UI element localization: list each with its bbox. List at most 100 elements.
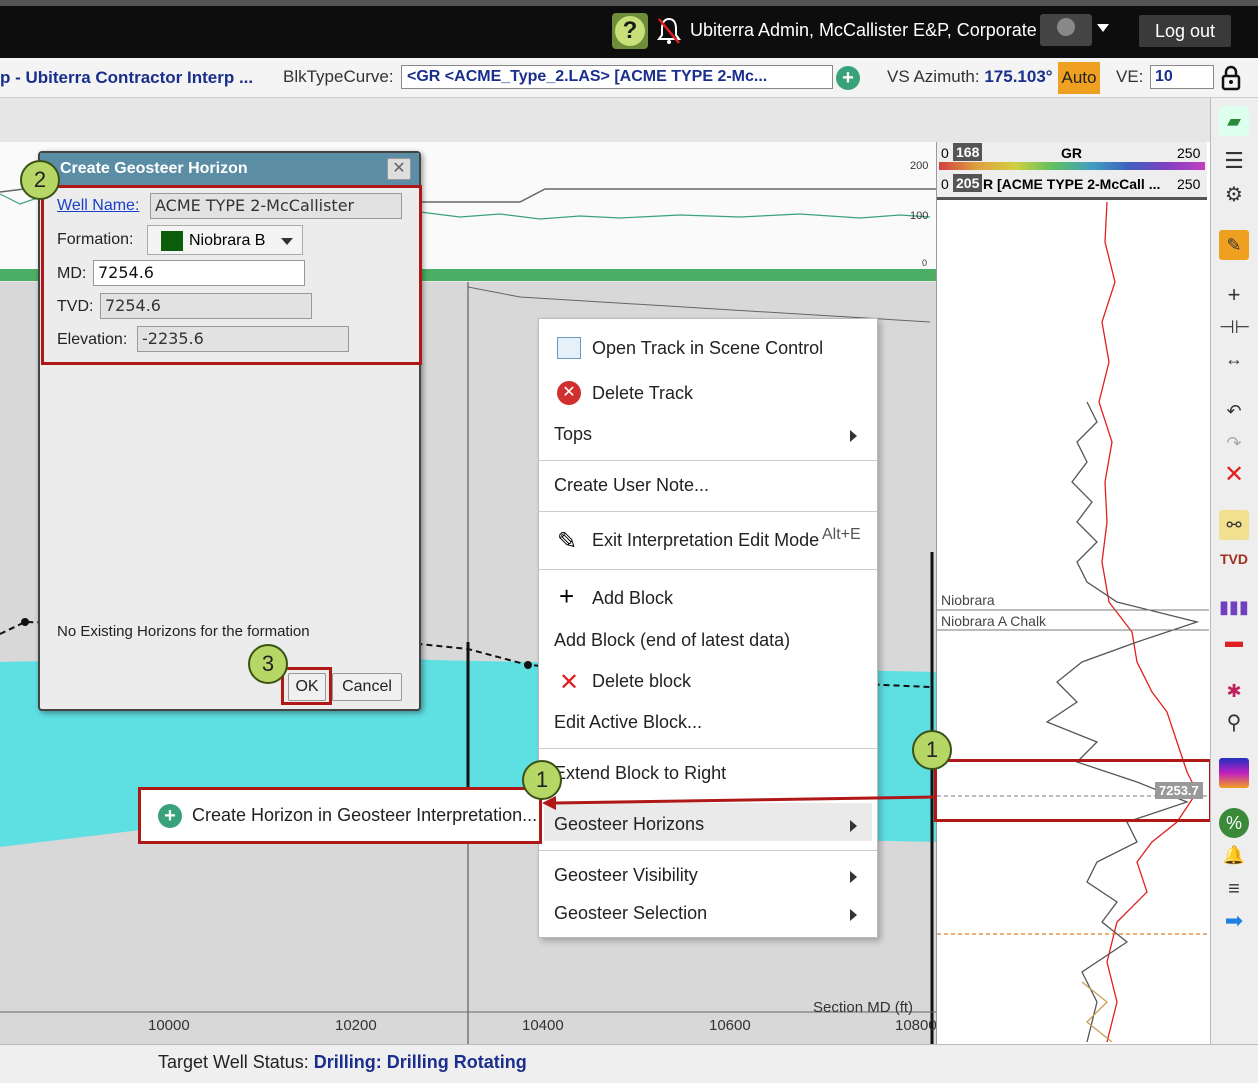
alert-icon[interactable]: 🔔 (1219, 840, 1249, 870)
type-log-panel[interactable]: 0 168 GR 250 0 205 R [ACME TYPE 2-McCall… (936, 142, 1210, 1044)
tick-0: 0 (922, 258, 928, 268)
context-menu: Open Track in Scene Control ✕ Delete Tra… (538, 318, 878, 938)
marker-icon[interactable]: ✱ (1219, 676, 1249, 706)
plus-icon: + (559, 581, 575, 611)
annotation-arrow (542, 795, 937, 810)
undo-icon[interactable]: ↶ (1219, 396, 1249, 426)
zoom-icon[interactable]: ⚲ (1219, 708, 1249, 738)
delete-icon[interactable]: ✕ (1219, 460, 1249, 490)
logout-button[interactable]: Log out (1139, 15, 1231, 47)
menu-edit-active-block[interactable]: Edit Active Block... (554, 712, 702, 733)
vs-azimuth-label: VS Azimuth: 175.103° (887, 67, 1053, 86)
chevron-right-icon (850, 820, 857, 832)
tick-100: 100 (910, 210, 929, 222)
project-title[interactable]: p - Ubiterra Contractor Interp ... (0, 68, 253, 88)
menu-tops[interactable]: Tops (554, 424, 592, 445)
highlight-log-depth (934, 759, 1212, 822)
menu-open-track[interactable]: Open Track in Scene Control (592, 338, 823, 359)
percent-icon[interactable]: % (1219, 808, 1249, 838)
tick-10800: 10800 (895, 1017, 937, 1034)
help-button[interactable]: ? (612, 13, 648, 49)
gear-icon[interactable]: ⚙ (1219, 180, 1249, 210)
menu-geosteer-selection[interactable]: Geosteer Selection (554, 903, 707, 924)
dialog-title: Create Geosteer Horizon (40, 153, 419, 185)
user-account-text: Ubiterra Admin, McCallister E&P, Corpora… (690, 20, 1037, 40)
close-icon: ✕ (559, 669, 580, 696)
gr-track-header: 0 168 GR 250 (937, 142, 1207, 172)
shortcut-label: Alt+E (822, 526, 861, 543)
list-icon[interactable]: ☰ (1219, 146, 1249, 176)
type-track-header: 0 205 R [ACME TYPE 2-McCall ... 250 (937, 172, 1207, 200)
menu-add-block-end[interactable]: Add Block (end of latest data) (554, 630, 790, 651)
unlink-icon[interactable]: ⚯ (1219, 510, 1249, 540)
callout-1-menu: 1 (522, 760, 562, 800)
menu-add-block[interactable]: Add Block (592, 588, 673, 609)
menu-exit-edit-mode[interactable]: Exit Interpretation Edit Mode (592, 530, 819, 551)
submenu-create-horizon[interactable]: + Create Horizon in Geosteer Interpretat… (138, 787, 542, 844)
cancel-button[interactable]: Cancel (332, 673, 402, 701)
menu-extend-block[interactable]: Extend Block to Right (554, 763, 726, 784)
chevron-down-icon[interactable] (1097, 24, 1109, 32)
lines-icon[interactable]: ≡ (1219, 874, 1249, 904)
type-max: 250 (1177, 176, 1201, 192)
ve-label: VE: (1116, 67, 1144, 86)
delete-circle-icon: ✕ (557, 381, 581, 405)
tick-10600: 10600 (709, 1017, 751, 1034)
callout-1-log: 1 (912, 730, 952, 770)
alerts-off-icon[interactable] (656, 16, 682, 46)
chevron-right-icon (850, 909, 857, 921)
arrow-right-icon[interactable]: ➡ (1219, 906, 1249, 936)
tick-200: 200 (910, 160, 929, 172)
add-curve-icon[interactable]: + (836, 66, 860, 90)
callout-2: 2 (20, 160, 60, 200)
no-horizons-message: No Existing Horizons for the formation (57, 623, 310, 640)
section-axis-title: Section MD (ft) (813, 999, 914, 1016)
blk-type-curve-select[interactable]: <GR <ACME_Type_2.LAS> [ACME TYPE 2-Mc... (401, 65, 833, 89)
add-circle-icon: + (158, 804, 182, 828)
vs-azimuth-value: 175.103° (984, 67, 1053, 86)
blk-type-curve-label: BlkTypeCurve: (283, 67, 394, 86)
color-scale-icon[interactable] (1219, 758, 1249, 788)
menu-geosteer-visibility[interactable]: Geosteer Visibility (554, 865, 698, 886)
highlight-dialog-fields (41, 185, 422, 365)
gr-min: 0 (941, 145, 949, 161)
top-niobrara-a-chalk: Niobrara A Chalk (941, 613, 1047, 629)
chevron-right-icon (850, 430, 857, 442)
ve-select[interactable]: 10 (1150, 65, 1214, 89)
auto-button[interactable]: Auto (1058, 62, 1100, 94)
create-horizon-label: Create Horizon in Geosteer Interpretatio… (192, 805, 538, 825)
menu-delete-block[interactable]: Delete block (592, 671, 691, 692)
lock-icon[interactable] (1220, 64, 1242, 92)
status-value: Drilling: Drilling Rotating (313, 1052, 527, 1072)
expand-icon[interactable]: ↔ (1219, 344, 1249, 374)
gr-badge: 168 (953, 143, 983, 161)
view-subbar (0, 98, 1210, 142)
type-name: R [ACME TYPE 2-McCall ... (983, 176, 1161, 192)
scene-control-icon (557, 337, 581, 359)
gr-name: GR (1061, 145, 1082, 161)
chevron-right-icon (850, 871, 857, 883)
gr-max: 250 (1177, 145, 1201, 161)
add-icon[interactable]: + (1219, 280, 1249, 310)
red-block-icon[interactable]: ▬ (1219, 626, 1249, 656)
pencil-icon: ✎ (557, 528, 578, 555)
question-icon: ? (615, 16, 645, 46)
close-icon[interactable]: ✕ (387, 158, 411, 180)
color-blocks-icon[interactable]: ▮▮▮ (1219, 592, 1249, 622)
redo-icon[interactable]: ↷ (1219, 428, 1249, 458)
right-toolbar: ▰ ☰ ⚙ ✎ + ⊣⊢ ↔ ↶ ↷ ✕ ⚯ TVD ▮▮▮ ▬ ✱ ⚲ % 🔔… (1210, 98, 1258, 1044)
pencil-icon[interactable]: ✎ (1219, 230, 1249, 260)
section-view-icon[interactable]: ▰ (1219, 106, 1249, 136)
menu-geosteer-horizons[interactable]: Geosteer Horizons (554, 814, 704, 835)
menu-delete-track[interactable]: Delete Track (592, 383, 693, 404)
target-well-status: Target Well Status: Drilling: Drilling R… (158, 1052, 527, 1072)
tick-10400: 10400 (522, 1017, 564, 1034)
top-niobrara: Niobrara (941, 592, 995, 608)
menu-create-user-note[interactable]: Create User Note... (554, 475, 709, 496)
split-icon[interactable]: ⊣⊢ (1219, 312, 1250, 342)
tick-10200: 10200 (335, 1017, 377, 1034)
type-badge: 205 (953, 174, 983, 192)
tvd-icon[interactable]: TVD (1219, 544, 1249, 574)
callout-3: 3 (248, 644, 288, 684)
avatar[interactable] (1040, 14, 1092, 46)
